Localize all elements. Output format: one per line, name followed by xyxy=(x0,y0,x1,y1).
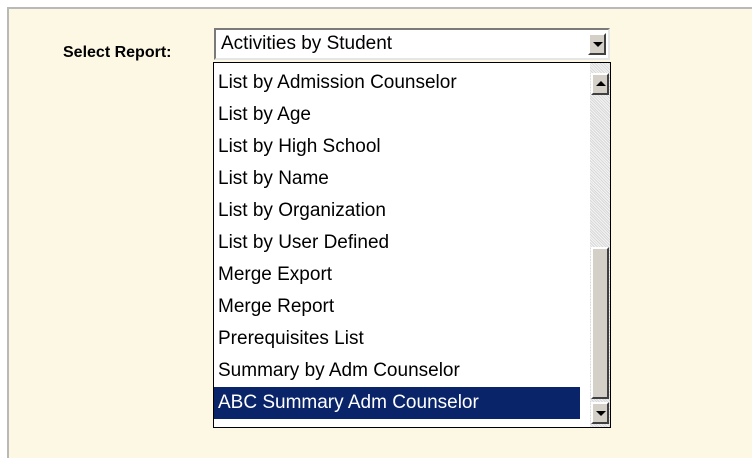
triangle-up-icon xyxy=(596,81,606,86)
list-item[interactable]: Prerequisites List xyxy=(214,323,580,355)
triangle-down-icon xyxy=(596,411,606,416)
list-item-selected[interactable]: ABC Summary Adm Counselor xyxy=(214,387,580,419)
select-current-value: Activities by Student xyxy=(221,33,393,54)
list-item[interactable]: List by Name xyxy=(214,163,580,195)
list-item[interactable]: List by High School xyxy=(214,131,580,163)
list-item[interactable]: List by Age xyxy=(214,99,580,131)
dropdown-toggle-button[interactable] xyxy=(588,33,606,55)
report-dropdown-list[interactable]: List by Admission Counselor List by Age … xyxy=(213,62,611,428)
scroll-down-button[interactable] xyxy=(591,402,609,424)
list-item[interactable]: List by Organization xyxy=(214,195,580,227)
chevron-down-icon xyxy=(593,42,603,47)
list-item[interactable]: Summary by Adm Counselor xyxy=(214,355,580,387)
select-report-label: Select Report: xyxy=(63,44,172,61)
list-item[interactable]: Merge Export xyxy=(214,259,580,291)
list-item[interactable]: List by User Defined xyxy=(214,227,580,259)
scroll-up-button[interactable] xyxy=(591,73,609,95)
vertical-scrollbar[interactable] xyxy=(590,63,610,427)
report-select[interactable]: Activities by Student xyxy=(214,28,610,60)
list-item[interactable]: List by Admission Counselor xyxy=(214,67,580,99)
list-item[interactable]: Merge Report xyxy=(214,291,580,323)
scrollbar-thumb[interactable] xyxy=(591,247,609,399)
